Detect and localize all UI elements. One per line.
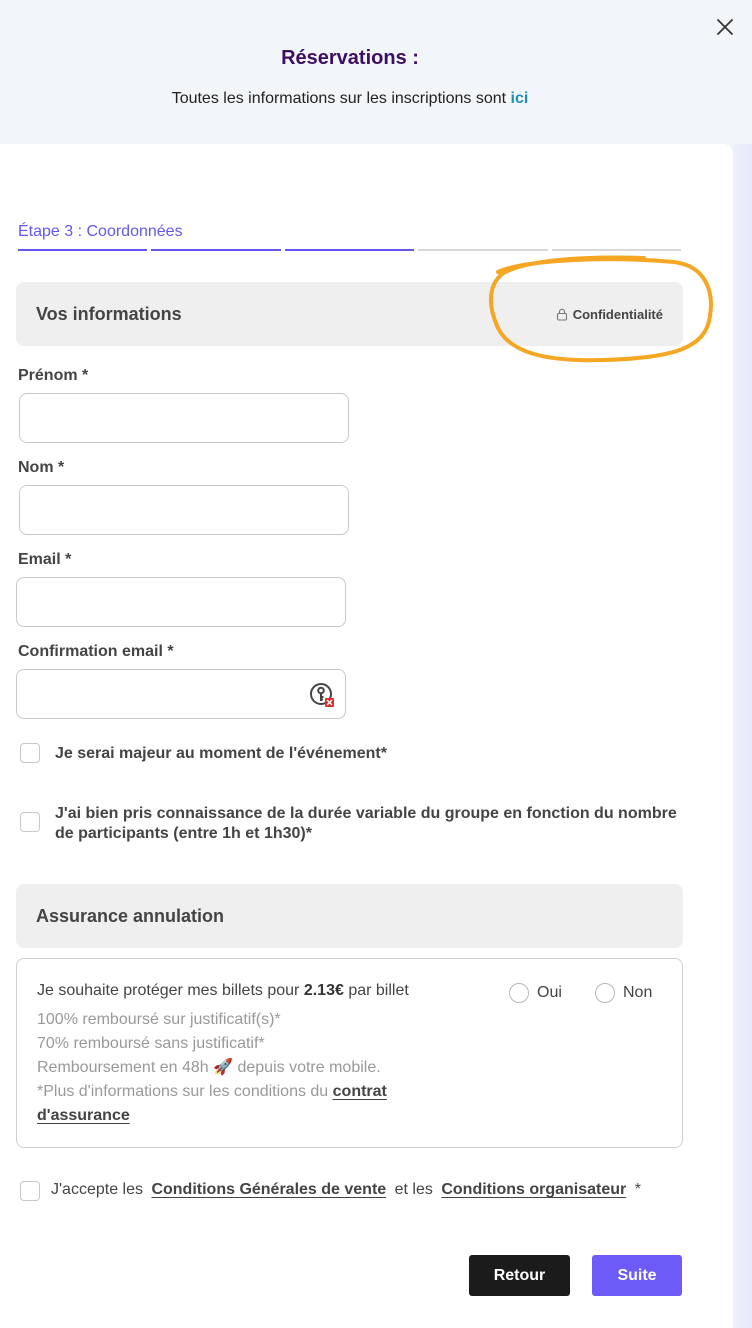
info-section-header: Vos informations Confidentialité: [16, 282, 683, 346]
insurance-section-header: Assurance annulation: [16, 884, 683, 948]
info-section-title: Vos informations: [36, 304, 182, 324]
password-manager-icon[interactable]: [309, 682, 335, 708]
adult-checkbox-label: Je serai majeur au moment de l'événement…: [55, 745, 387, 762]
email-label: Email *: [18, 551, 72, 568]
next-button[interactable]: Suite: [592, 1255, 682, 1296]
organizer-conditions-link[interactable]: Conditions organisateur: [441, 1181, 626, 1198]
info-link[interactable]: ici: [511, 90, 529, 107]
insurance-line-3-suffix: depuis votre mobile.: [237, 1059, 381, 1076]
first-name-input[interactable]: [19, 393, 349, 443]
insurance-details: 100% remboursé sur justificatif(s)* 70% …: [37, 1008, 437, 1128]
last-name-input[interactable]: [19, 485, 349, 535]
email-input[interactable]: [16, 577, 346, 627]
progress-segment-1: [18, 249, 147, 251]
card-edge: [733, 144, 752, 1328]
rocket-icon: 🚀: [213, 1059, 234, 1076]
header-subtitle-text: Toutes les informations sur les inscript…: [171, 90, 507, 107]
insurance-offer-suffix: par billet: [348, 982, 409, 999]
insurance-yes-option[interactable]: Oui: [509, 983, 562, 1003]
header-subtitle: Toutes les informations sur les inscript…: [0, 90, 700, 108]
privacy-link[interactable]: Confidentialité: [556, 307, 663, 322]
insurance-no-option[interactable]: Non: [595, 983, 652, 1003]
lock-icon: [556, 308, 567, 321]
terms-checkbox[interactable]: [20, 1181, 40, 1201]
insurance-no-radio[interactable]: [595, 983, 615, 1003]
insurance-yes-label: Oui: [537, 984, 562, 1001]
page-title: Réservations :: [281, 47, 419, 69]
terms-middle: et les: [394, 1181, 433, 1198]
close-icon: [717, 19, 733, 35]
insurance-section-title: Assurance annulation: [36, 906, 225, 926]
insurance-yes-radio[interactable]: [509, 983, 529, 1003]
close-button[interactable]: [714, 16, 736, 38]
insurance-line-3-prefix: Remboursement en 48h: [37, 1059, 209, 1076]
progress-segment-2: [151, 249, 281, 251]
insurance-offer-prefix: Je souhaite protéger mes billets pour: [37, 982, 300, 999]
insurance-line-4: *Plus d'informations sur les conditions …: [37, 1080, 437, 1128]
insurance-line-4-prefix: *Plus d'informations sur les conditions …: [37, 1083, 329, 1100]
step-label: Étape 3 : Coordonnées: [18, 223, 183, 240]
last-name-label: Nom *: [18, 459, 65, 476]
back-button[interactable]: Retour: [469, 1255, 570, 1296]
privacy-label: Confidentialité: [572, 307, 663, 322]
insurance-box: Je souhaite protéger mes billets pour 2.…: [16, 958, 683, 1148]
progress-segment-4: [418, 249, 548, 251]
insurance-no-label: Non: [623, 984, 653, 1001]
progress-segment-5: [552, 249, 681, 251]
cgv-link[interactable]: Conditions Générales de vente: [151, 1181, 386, 1198]
first-name-label: Prénom *: [18, 367, 89, 384]
insurance-line-1: 100% remboursé sur justificatif(s)*: [37, 1011, 281, 1028]
email-confirm-input[interactable]: [16, 669, 346, 719]
terms-required-marker: *: [634, 1181, 641, 1198]
email-confirm-label: Confirmation email *: [18, 643, 174, 660]
progress-segment-3: [285, 249, 414, 251]
duration-checkbox-label: J'ai bien pris connaissance de la durée …: [55, 805, 677, 842]
insurance-price: 2.13€: [303, 982, 344, 999]
adult-checkbox[interactable]: [20, 743, 40, 763]
insurance-offer-text: Je souhaite protéger mes billets pour 2.…: [37, 982, 409, 1000]
terms-text: J'accepte les Conditions Générales de ve…: [51, 1181, 641, 1199]
duration-checkbox[interactable]: [20, 812, 40, 832]
insurance-line-2: 70% remboursé sans justificatif*: [37, 1035, 265, 1052]
insurance-line-3: Remboursement en 48h 🚀 depuis votre mobi…: [37, 1056, 437, 1080]
terms-prefix: J'accepte les: [51, 1181, 143, 1198]
